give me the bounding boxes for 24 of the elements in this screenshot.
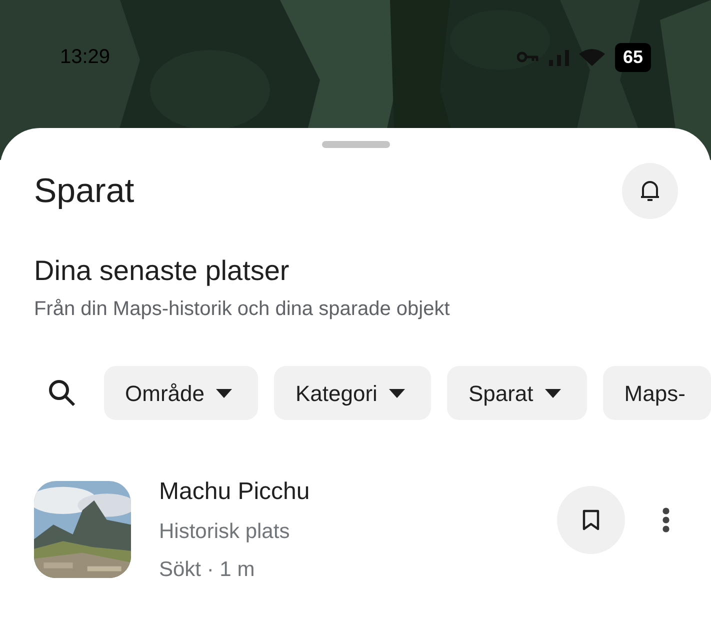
battery-level: 65 bbox=[614, 42, 651, 72]
search-icon bbox=[47, 378, 77, 408]
wifi-icon bbox=[578, 48, 605, 66]
place-meta: Sökt · 1 m bbox=[159, 556, 256, 582]
filter-chip[interactable]: Maps- bbox=[603, 366, 711, 420]
section-subtitle: Från din Maps-historik och dina sparade objekt bbox=[34, 297, 451, 322]
filter-chip[interactable]: Kategori bbox=[274, 366, 432, 420]
more-button[interactable] bbox=[661, 506, 671, 534]
more-icon bbox=[662, 506, 670, 532]
sheet-title: Sparat bbox=[34, 170, 134, 212]
status-time: 13:29 bbox=[60, 45, 110, 70]
key-icon bbox=[516, 51, 539, 63]
filter-chip[interactable]: Sparat bbox=[447, 366, 588, 420]
bell-icon bbox=[639, 179, 661, 203]
bookmark-icon bbox=[582, 508, 600, 530]
drag-handle[interactable] bbox=[322, 141, 390, 148]
signal-icon bbox=[548, 48, 569, 66]
section-title: Dina senaste platser bbox=[34, 254, 290, 288]
place-category: Historisk plats bbox=[159, 519, 291, 545]
dropdown-icon bbox=[545, 388, 562, 398]
place-name[interactable]: Machu Picchu bbox=[159, 474, 310, 510]
dropdown-icon bbox=[216, 388, 232, 398]
filter-chip[interactable]: Område bbox=[104, 366, 258, 420]
dropdown-icon bbox=[389, 388, 406, 398]
